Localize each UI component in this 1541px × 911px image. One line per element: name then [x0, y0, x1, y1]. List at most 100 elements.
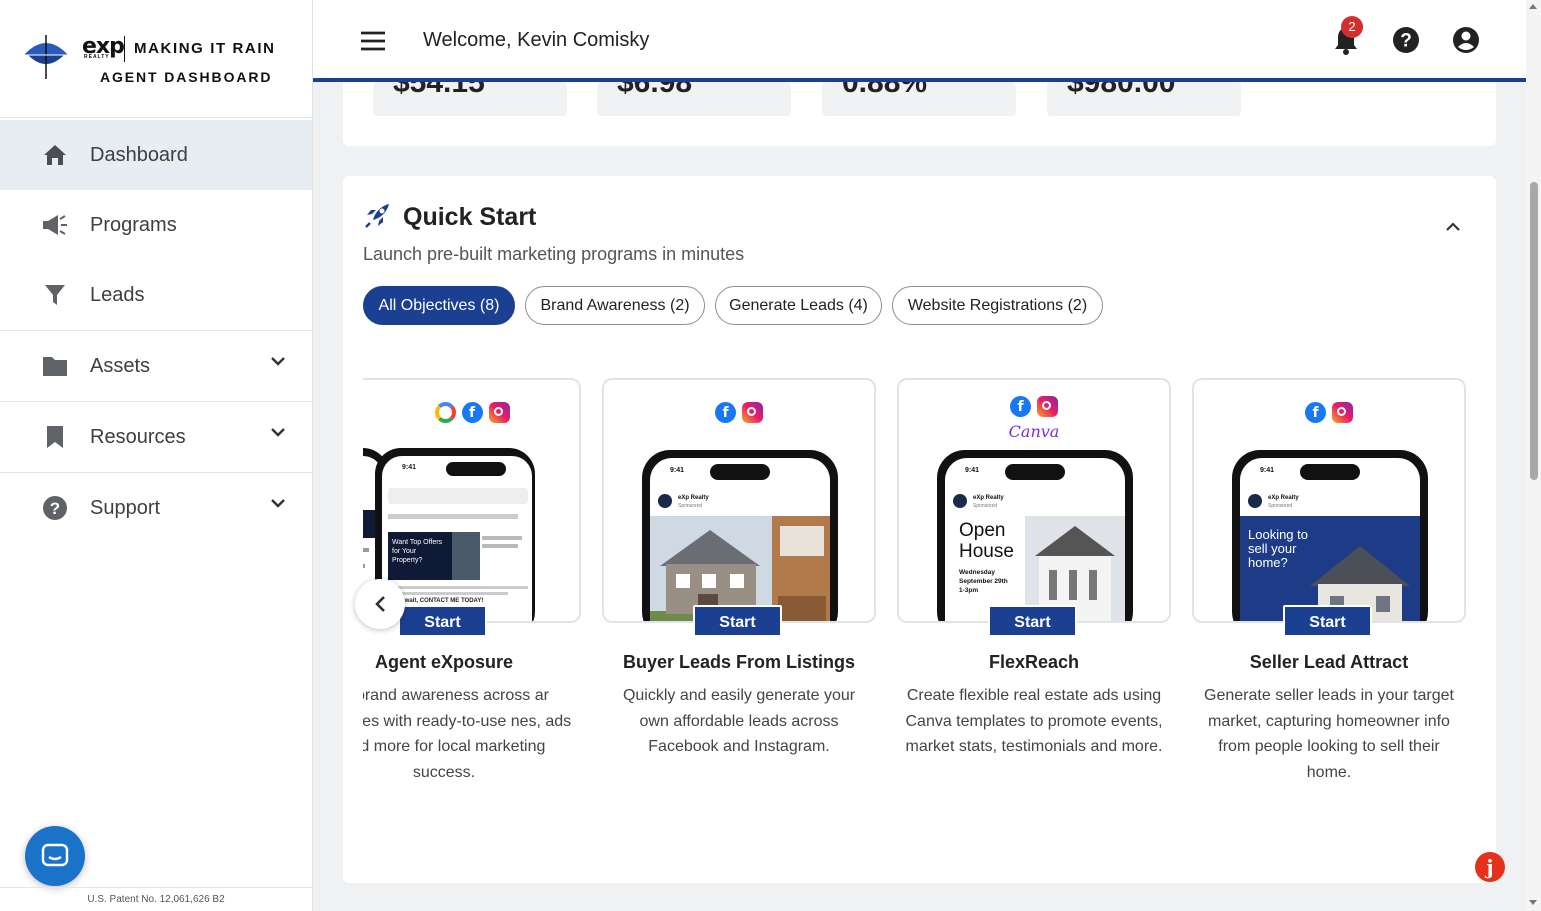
- ad-hours: 1-3pm: [959, 587, 979, 594]
- funnel-icon: [42, 282, 68, 308]
- chat-launcher-button[interactable]: [25, 826, 85, 886]
- chat-icon: [41, 843, 69, 867]
- phone: 9:41 eXp Realty Sponsored: [642, 450, 838, 621]
- notification-count-badge: 2: [1341, 16, 1363, 38]
- chevron-down-icon[interactable]: [270, 427, 286, 437]
- canva-logo: Canva: [1008, 422, 1060, 441]
- logo-subtitle: AGENT DASHBOARD: [100, 69, 273, 85]
- start-button[interactable]: Start: [398, 605, 487, 637]
- welcome-message: Welcome, Kevin Comisky: [423, 29, 650, 51]
- post-author: eXp Realty: [973, 495, 1004, 501]
- stat-tile: $54.15: [373, 82, 567, 116]
- start-button[interactable]: Start: [988, 605, 1077, 637]
- instagram-icon: [488, 402, 510, 423]
- logo-tagline: MAKING IT RAIN: [134, 40, 276, 57]
- brand-logo[interactable]: exp REALTY MAKING IT RAIN AGENT DASHBOAR…: [0, 0, 312, 118]
- sidebar-item-label: Support: [90, 496, 161, 519]
- stat-tile: $6.98: [597, 82, 791, 116]
- facebook-icon: f: [1010, 396, 1031, 417]
- umbrella-logo-icon: [24, 35, 68, 79]
- status-time: 9:41: [670, 467, 685, 474]
- folder-icon: [42, 353, 68, 379]
- help-circle-icon: ?: [42, 495, 68, 521]
- filter-brand-awareness[interactable]: Brand Awareness (2): [525, 286, 705, 325]
- instagram-icon: [1332, 402, 1353, 423]
- rocket-icon: [365, 204, 389, 228]
- start-button[interactable]: Start: [1283, 605, 1372, 637]
- sidebar-item-label: Leads: [90, 283, 145, 306]
- sidebar: exp REALTY MAKING IT RAIN AGENT DASHBOAR…: [0, 0, 313, 911]
- scroll-down-arrow-icon[interactable]: [1529, 900, 1537, 905]
- scrollbar-thumb[interactable]: [1530, 182, 1538, 480]
- sidebar-item-label: Dashboard: [90, 143, 188, 166]
- program-description: Generate seller leads in your target mar…: [1204, 687, 1454, 781]
- help-icon[interactable]: ?: [1392, 26, 1420, 54]
- post-author: eXp Realty: [678, 495, 709, 501]
- svg-text:?: ?: [1400, 31, 1412, 52]
- program-carousel: f Bent 9:41: [363, 376, 1476, 806]
- quick-start-card: Quick Start Launch pre-built marketing p…: [343, 176, 1496, 883]
- sidebar-item-label: Programs: [90, 213, 177, 236]
- scroll-up-arrow-icon[interactable]: [1529, 4, 1537, 9]
- filter-all-objectives[interactable]: All Objectives (8): [363, 286, 515, 325]
- account-icon[interactable]: [1452, 26, 1480, 54]
- sidebar-item-resources[interactable]: Resources: [0, 402, 312, 472]
- quick-start-title: Quick Start: [403, 203, 537, 231]
- start-button[interactable]: Start: [693, 605, 782, 637]
- program-thumbnail: f 9:41 eXp Realty Sponsored Looking to s…: [1192, 378, 1466, 623]
- social-icons: f: [899, 396, 1169, 417]
- sidebar-item-dashboard[interactable]: Dashboard: [0, 120, 312, 190]
- stat-value: $6.98: [617, 82, 693, 99]
- google-icon: [434, 402, 456, 423]
- status-time: 9:41: [402, 464, 417, 471]
- sidebar-item-label: Assets: [90, 354, 151, 377]
- stat-tile: $980.00: [1047, 82, 1241, 116]
- sidebar-item-label: Resources: [90, 425, 186, 448]
- sidebar-item-support[interactable]: ? Support: [0, 473, 312, 543]
- program-title: Agent eXposure: [374, 652, 514, 672]
- filter-website-registrations[interactable]: Website Registrations (2): [892, 286, 1103, 325]
- chevron-left-icon: [375, 596, 385, 612]
- program-title: Buyer Leads From Listings: [622, 652, 856, 672]
- status-time: 9:41: [965, 467, 980, 474]
- chevron-up-icon[interactable]: [1445, 222, 1461, 232]
- ad-headline: Open: [959, 520, 1006, 541]
- social-icons: f: [1194, 402, 1464, 423]
- instagram-icon: [1037, 396, 1058, 417]
- post-sponsored: Sponsored: [1268, 503, 1293, 509]
- hamburger-menu-icon[interactable]: [359, 27, 387, 55]
- phone: 9:41 eXp Realty Sponsored Open House Wedn…: [937, 450, 1133, 621]
- quick-start-subtitle: Launch pre-built marketing programs in m…: [363, 244, 745, 264]
- post-sponsored: Sponsored: [973, 503, 998, 509]
- help-widget-button[interactable]: j: [1475, 852, 1505, 882]
- facebook-icon: f: [461, 402, 483, 423]
- stat-value: 0.88%: [842, 82, 928, 99]
- facebook-icon: f: [1305, 402, 1326, 423]
- chevron-down-icon[interactable]: [270, 356, 286, 366]
- stat-value: $54.15: [393, 82, 485, 99]
- post-author: eXp Realty: [1268, 495, 1299, 501]
- ad-date: September 29th: [959, 578, 1008, 585]
- program-description: st brand awareness across ar websites wi…: [363, 687, 572, 781]
- facebook-icon: f: [715, 402, 736, 423]
- sidebar-item-leads[interactable]: Leads: [0, 260, 312, 330]
- social-icons: f: [363, 402, 579, 423]
- filter-generate-leads[interactable]: Generate Leads (4): [715, 286, 882, 325]
- megaphone-icon: [42, 212, 68, 238]
- ad-day: Wednesday: [959, 569, 996, 576]
- chevron-down-icon[interactable]: [270, 498, 286, 508]
- social-icons: f: [604, 402, 874, 423]
- phone: 9:41 eXp Realty Sponsored Looking to sel…: [1232, 450, 1428, 621]
- avatar: [953, 494, 967, 508]
- logo-realty-text: REALTY: [84, 54, 110, 60]
- svg-text:?: ?: [50, 499, 60, 518]
- sidebar-item-programs[interactable]: Programs: [0, 190, 312, 260]
- avatar: [1248, 494, 1262, 508]
- sidebar-item-assets[interactable]: Assets: [0, 331, 312, 401]
- carousel-prev-button[interactable]: [355, 579, 405, 629]
- instagram-icon: [742, 402, 763, 423]
- program-title: FlexReach: [988, 652, 1080, 672]
- program-description: Quickly and easily generate your own aff…: [622, 687, 856, 756]
- page-scrollbar[interactable]: [1526, 0, 1541, 911]
- program-thumbnail: f 9:41 eXp Realty Sponsored: [602, 378, 876, 623]
